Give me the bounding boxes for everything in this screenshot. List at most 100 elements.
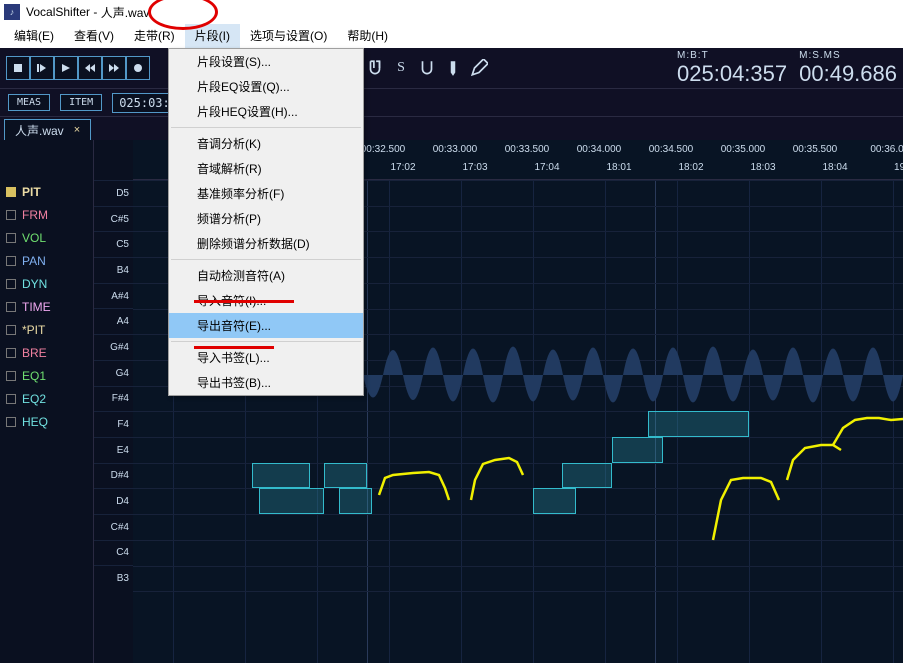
checkbox-icon[interactable] [6,325,16,335]
note-block[interactable] [252,463,310,489]
note-block[interactable] [324,463,367,489]
menu-item[interactable]: 片段EQ设置(Q)... [169,74,363,99]
menu-transport[interactable]: 走带(R) [124,24,185,48]
param-frm[interactable]: FRM [0,203,93,226]
note-block[interactable] [533,488,576,514]
note-block[interactable] [562,463,612,489]
stop-button[interactable] [6,56,30,80]
param-label: FRM [22,208,48,222]
param-panel: PIT FRM VOL PAN DYN TIME *PITBRE EQ1 EQ2HEQ [0,140,93,433]
menu-segment[interactable]: 片段(I) [185,24,240,48]
checkbox-icon[interactable] [6,279,16,289]
key-G#4[interactable]: G#4 [94,334,133,360]
snap-s-icon[interactable]: S [392,59,410,77]
param-label: TIME [22,300,51,314]
note-block[interactable] [259,488,324,514]
checkbox-icon[interactable] [6,348,16,358]
checkbox-icon[interactable] [6,417,16,427]
file-title: 人声.wav [101,4,150,21]
marker-icon[interactable] [444,59,462,77]
menubar: 编辑(E) 查看(V) 走带(R) 片段(I) 选项与设置(O) 帮助(H) [0,24,903,48]
close-icon[interactable]: × [74,124,80,136]
menu-item[interactable]: 音域解析(R) [169,156,363,181]
checkbox-icon[interactable] [6,187,16,197]
checkbox-icon[interactable] [6,371,16,381]
play-button[interactable] [54,56,78,80]
note-block[interactable] [339,488,372,514]
param-*pit[interactable]: *PIT [0,318,93,341]
key-B4[interactable]: B4 [94,257,133,283]
annotation-underline-2 [194,346,274,349]
key-D#4[interactable]: D#4 [94,463,133,489]
menu-item[interactable]: 基准频率分析(F) [169,181,363,206]
msms-label: M:S.MS [799,50,897,61]
menu-view[interactable]: 查看(V) [64,24,124,48]
menu-edit[interactable]: 编辑(E) [4,24,64,48]
magnet2-icon[interactable] [418,59,436,77]
forward-button[interactable] [102,56,126,80]
menu-item[interactable]: 片段HEQ设置(H)... [169,99,363,124]
param-label: PAN [22,254,46,268]
key-C#4[interactable]: C#4 [94,514,133,540]
record-button[interactable] [126,56,150,80]
checkbox-icon[interactable] [6,210,16,220]
key-F4[interactable]: F4 [94,411,133,437]
menu-options[interactable]: 选项与设置(O) [240,24,337,48]
key-D4[interactable]: D4 [94,488,133,514]
menu-item[interactable]: 导出音符(E)... [169,313,363,338]
param-vol[interactable]: VOL [0,226,93,249]
checkbox-icon[interactable] [6,302,16,312]
mbt-label: M:B:T [677,50,787,61]
meas-button[interactable]: MEAS [8,94,50,111]
param-label: EQ1 [22,369,46,383]
tab-label: 人声.wav [15,122,64,139]
param-pit[interactable]: PIT [0,180,93,203]
key-C5[interactable]: C5 [94,231,133,257]
param-pan[interactable]: PAN [0,249,93,272]
menu-item[interactable]: 删除频谱分析数据(D) [169,231,363,256]
msms-value: 00:49.686 [799,61,897,87]
app-icon: ♪ [4,4,20,20]
key-E4[interactable]: E4 [94,437,133,463]
menu-help[interactable]: 帮助(H) [337,24,398,48]
pitch-curve[interactable] [713,478,779,540]
play-start-button[interactable] [30,56,54,80]
menu-item[interactable]: 自动检测音符(A) [169,263,363,288]
titlebar: ♪ VocalShifter - 人声.wav [0,0,903,24]
pitch-curve[interactable] [471,458,523,500]
param-label: PIT [22,185,41,199]
key-F#4[interactable]: F#4 [94,386,133,412]
menu-item[interactable]: 导出书签(B)... [169,370,363,395]
key-G4[interactable]: G4 [94,360,133,386]
key-C#5[interactable]: C#5 [94,206,133,232]
param-eq2[interactable]: EQ2 [0,387,93,410]
key-C4[interactable]: C4 [94,540,133,566]
menu-item[interactable]: 频谱分析(P) [169,206,363,231]
key-B3[interactable]: B3 [94,565,133,591]
piano-roll-keys: D5C#5C5B4A#4A4G#4G4F#4F4E4D#4D4C#4C4B3 [93,140,133,663]
rewind-button[interactable] [78,56,102,80]
key-A#4[interactable]: A#4 [94,283,133,309]
checkbox-icon[interactable] [6,394,16,404]
param-time[interactable]: TIME [0,295,93,318]
param-bre[interactable]: BRE [0,341,93,364]
key-D5[interactable]: D5 [94,180,133,206]
note-block[interactable] [648,411,749,437]
key-A4[interactable]: A4 [94,308,133,334]
param-label: DYN [22,277,47,291]
magnet-icon[interactable] [366,59,384,77]
note-block[interactable] [612,437,662,463]
item-button[interactable]: ITEM [60,94,102,111]
menu-item[interactable]: 片段设置(S)... [169,49,363,74]
checkbox-icon[interactable] [6,233,16,243]
menu-item[interactable]: 音调分析(K) [169,131,363,156]
segment-menu-dropdown: 片段设置(S)...片段EQ设置(Q)...片段HEQ设置(H)... 音调分析(… [168,48,364,396]
tab-file[interactable]: 人声.wav × [4,119,91,140]
sub-toolbar: MEAS ITEM 025:03: [0,88,903,116]
param-dyn[interactable]: DYN [0,272,93,295]
checkbox-icon[interactable] [6,256,16,266]
toolbar: S M:B:T 025:04:357 M:S.MS 00:49.686 [0,48,903,88]
param-heq[interactable]: HEQ [0,410,93,433]
pencil-icon[interactable] [470,59,488,77]
param-eq1[interactable]: EQ1 [0,364,93,387]
